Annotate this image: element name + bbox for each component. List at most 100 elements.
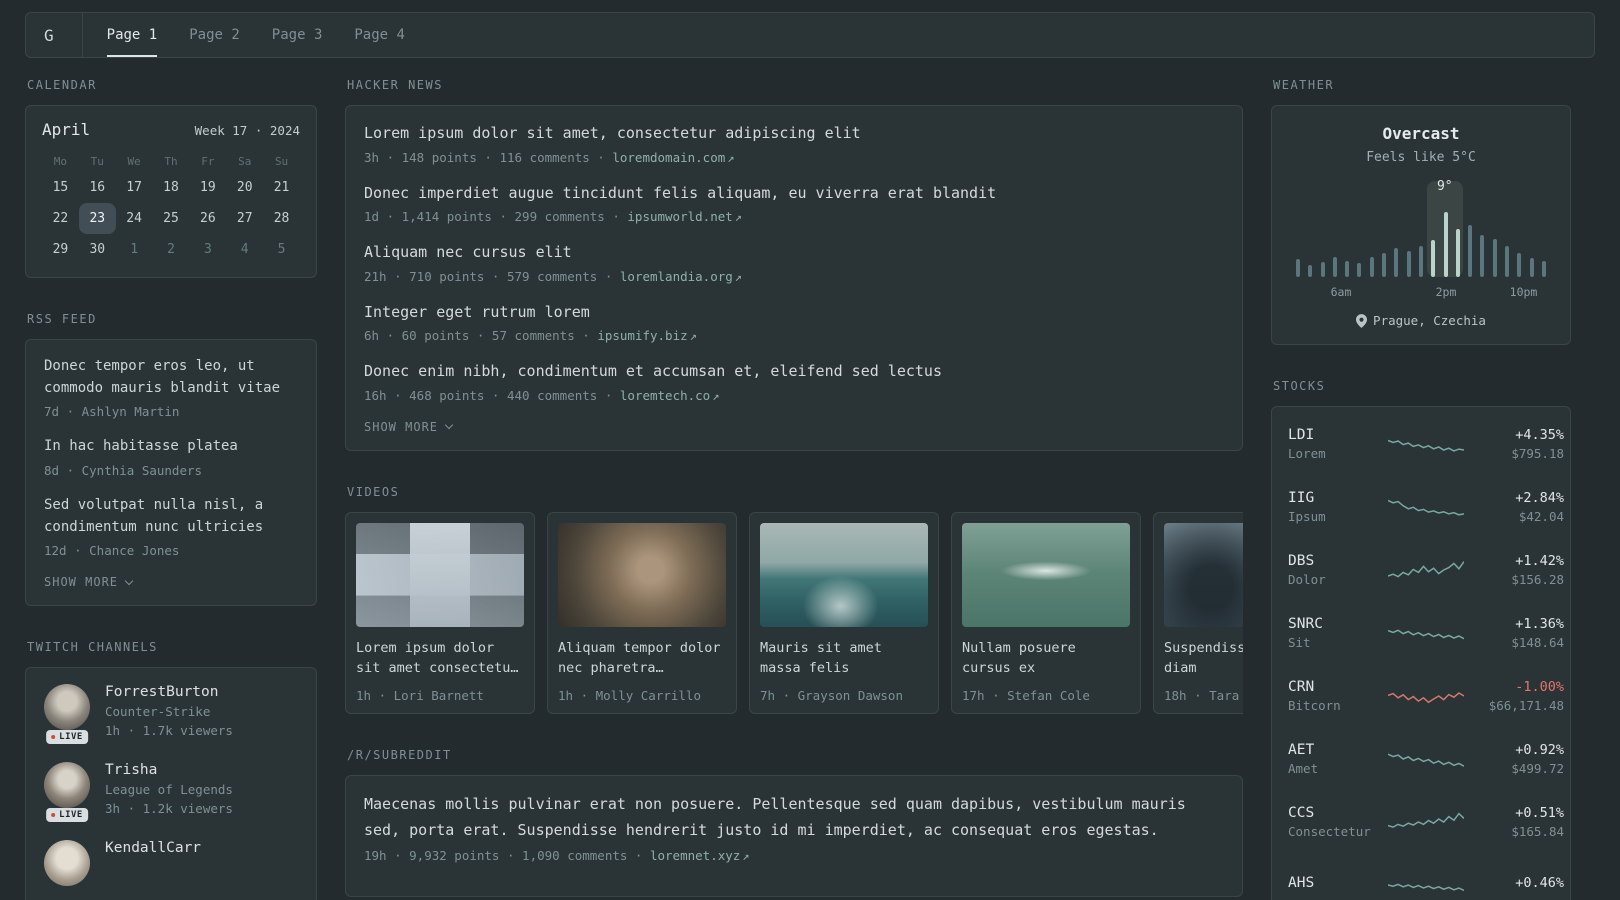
twitch-channel[interactable]: LIVE ForrestBurton Counter-Strike 1h · 1…: [44, 684, 298, 745]
live-badge: LIVE: [46, 730, 88, 745]
show-more-button[interactable]: SHOW MORE: [44, 575, 298, 589]
channel-game: Counter-Strike: [105, 704, 211, 720]
day-cell: 3: [203, 242, 212, 257]
tab-page-1[interactable]: Page 1: [106, 13, 158, 57]
tab-page-4[interactable]: Page 4: [354, 13, 405, 57]
avatar-wrap: LIVE: [44, 762, 90, 823]
external-link-icon: ↗: [742, 849, 750, 864]
stock-row: AHS +0.46%: [1288, 853, 1564, 900]
channel-name[interactable]: Trisha: [105, 762, 233, 778]
rss-item-title[interactable]: Donec tempor eros leo, ut commodo mauris…: [44, 356, 298, 399]
channel-meta: 1h · 1.7k viewers: [105, 723, 233, 739]
reddit-domain-link[interactable]: loremnet.xyz ↗: [650, 848, 750, 863]
video-thumbnail[interactable]: [760, 522, 928, 627]
twitch-channel[interactable]: LIVE Trisha League of Legends 3h · 1.2k …: [44, 762, 298, 823]
stock-symbol: DBS: [1288, 552, 1315, 569]
video-title[interactable]: Suspendisse vehicula diam: [1164, 638, 1243, 680]
stock-symbol: AET: [1288, 741, 1315, 758]
video-card[interactable]: Nullam posuere cursus ex 17h · Stefan Co…: [951, 511, 1141, 715]
dow-label: Th: [164, 155, 178, 168]
weather-bar: [1492, 238, 1497, 277]
hn-item-meta: 21h · 710 points · 579 comments · loreml…: [364, 268, 743, 284]
weather-bar: [1394, 248, 1399, 277]
channel-name[interactable]: ForrestBurton: [105, 684, 233, 700]
hn-item-title[interactable]: Donec enim nibh, condimentum et accumsan…: [364, 360, 1224, 383]
hn-item-title[interactable]: Lorem ipsum dolor sit amet, consectetur …: [364, 122, 1224, 145]
reddit-post-meta: 19h · 9,932 points · 1,090 comments · lo…: [364, 848, 750, 864]
reddit-widget: /R/SUBREDDIT Maecenas mollis pulvinar er…: [345, 748, 1243, 898]
hn-item-domain-link[interactable]: loremlandia.org ↗: [620, 269, 742, 284]
stock-symbol: CRN: [1288, 678, 1315, 695]
video-thumbnail[interactable]: [356, 522, 524, 627]
hn-item: Integer eget rutrum lorem 6h · 60 points…: [364, 301, 1224, 344]
videos-row: Lorem ipsum dolor sit amet consectetu… 1…: [345, 511, 1243, 715]
video-title[interactable]: Aliquam tempor dolor nec pharetra…: [558, 638, 726, 680]
stock-change: +0.46%: [1515, 875, 1564, 891]
rss-item-title[interactable]: In hac habitasse platea: [44, 436, 298, 458]
hn-item-title[interactable]: Integer eget rutrum lorem: [364, 301, 1224, 324]
weather-bar: [1382, 252, 1387, 277]
hn-item-title[interactable]: Donec imperdiet augue tincidunt felis al…: [364, 182, 1224, 205]
weather-bar: [1480, 234, 1485, 277]
chevron-down-icon: [124, 576, 134, 586]
tab-page-3[interactable]: Page 3: [272, 13, 323, 57]
twitch-widget: TWITCH CHANNELS LIVE ForrestBurton Count…: [25, 640, 317, 900]
time-label: 2pm: [1435, 285, 1457, 299]
sparkline-chart: [1388, 499, 1464, 516]
rss-item: Donec tempor eros leo, ut commodo mauris…: [44, 356, 298, 419]
weather-feels-like: Feels like 5°C: [1366, 150, 1476, 165]
video-meta: 1h · Molly Carrillo: [558, 688, 701, 704]
rss-item-title[interactable]: Sed volutpat nulla nisl, a condimentum n…: [44, 495, 298, 538]
weather-bar: [1443, 211, 1448, 277]
channel-name[interactable]: KendallCarr: [105, 840, 201, 856]
hn-header: HACKER NEWS: [347, 78, 443, 92]
live-label: LIVE: [59, 732, 83, 743]
app-logo[interactable]: G: [28, 13, 83, 57]
day-cell: 25: [163, 211, 179, 226]
video-card[interactable]: Aliquam tempor dolor nec pharetra… 1h · …: [547, 511, 737, 715]
live-badge: LIVE: [46, 808, 88, 823]
hn-item-title[interactable]: Aliquam nec cursus elit: [364, 241, 1224, 264]
video-thumbnail[interactable]: [962, 522, 1130, 627]
week-year-label: Week 17 · 2024: [194, 123, 300, 138]
video-title[interactable]: Lorem ipsum dolor sit amet consectetu…: [356, 638, 524, 680]
video-card[interactable]: Lorem ipsum dolor sit amet consectetu… 1…: [345, 511, 535, 715]
weather-bar: [1468, 225, 1473, 277]
video-title[interactable]: Mauris sit amet massa felis: [760, 638, 928, 680]
day-cell: 19: [200, 180, 216, 195]
external-link-icon: ↗: [734, 210, 742, 224]
hn-item-domain-link[interactable]: ipsumify.biz ↗: [597, 328, 697, 343]
month-label: April: [42, 120, 91, 139]
stock-price: $499.72: [1511, 760, 1564, 776]
hn-item-domain-link[interactable]: ipsumworld.net ↗: [627, 209, 742, 224]
show-more-button[interactable]: SHOW MORE: [364, 420, 1224, 434]
video-title[interactable]: Nullam posuere cursus ex: [962, 638, 1130, 680]
stock-change: +4.35%: [1515, 426, 1564, 443]
video-thumbnail[interactable]: [1164, 522, 1243, 627]
video-thumbnail[interactable]: [558, 522, 726, 627]
stock-sparkline: [1388, 555, 1464, 585]
video-card[interactable]: Suspendisse vehicula diam 18h · Tara: [1153, 511, 1243, 715]
time-label: 6am: [1330, 285, 1352, 299]
rss-header: RSS FEED: [27, 312, 97, 326]
hn-item-meta: 6h · 60 points · 57 comments · ipsumify.…: [364, 328, 697, 343]
stocks-card: LDI Lorem +4.35% $795.18 IIG Ipsum +2.84% $4…: [1271, 406, 1571, 900]
hn-item-domain-link[interactable]: loremdomain.com ↗: [612, 150, 734, 165]
reddit-post-title[interactable]: Maecenas mollis pulvinar erat non posuer…: [364, 792, 1224, 843]
weather-location-row: Prague, Czechia: [1288, 313, 1554, 328]
dow-label: Su: [274, 155, 289, 168]
twitch-channel[interactable]: KendallCarr: [44, 840, 298, 887]
hn-item-domain-link[interactable]: loremtech.co ↗: [620, 388, 720, 403]
channel-game: League of Legends: [105, 782, 233, 798]
stock-sparkline: [1388, 618, 1464, 648]
weather-bar: [1320, 262, 1325, 277]
sparkline-chart: [1388, 560, 1464, 577]
video-card[interactable]: Mauris sit amet massa felis 7h · Grayson…: [749, 511, 939, 715]
day-cell: 1: [130, 242, 139, 257]
videos-header: VIDEOS: [347, 484, 400, 499]
tab-page-2[interactable]: Page 2: [189, 13, 240, 57]
stock-name: Lorem: [1288, 445, 1326, 461]
calendar-grid: 15 16 17 18 19 20 21 22 23 24 25 26 27 2…: [42, 172, 300, 265]
external-link-icon: ↗: [727, 150, 735, 165]
external-link-icon: ↗: [712, 388, 720, 403]
